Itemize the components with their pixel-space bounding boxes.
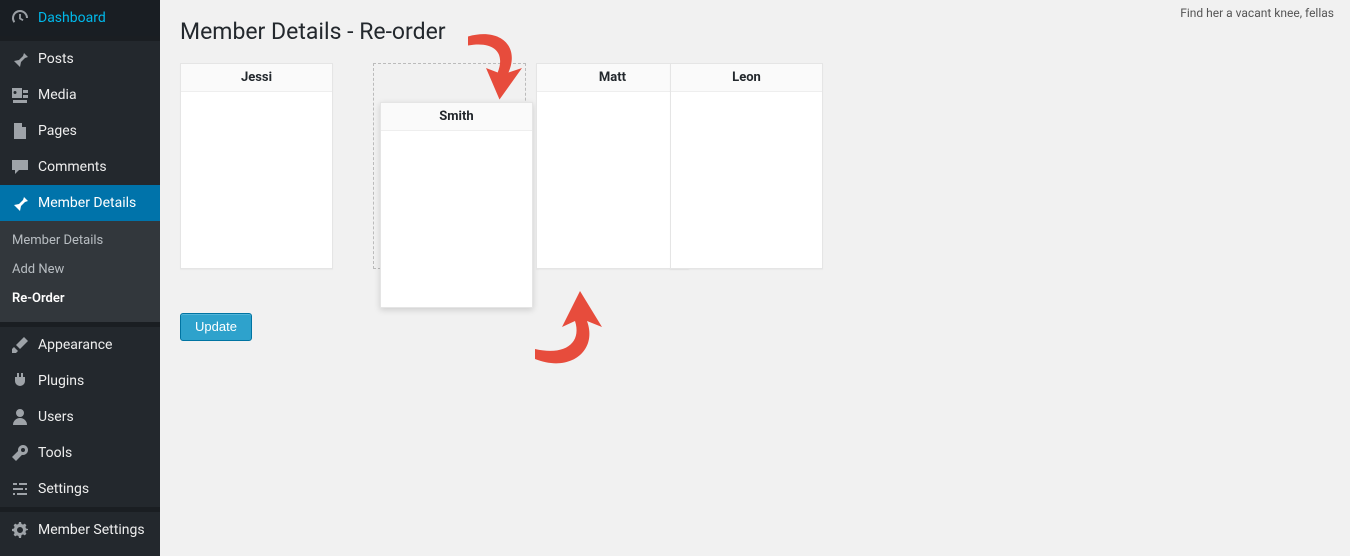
member-card[interactable]: Matt [536,63,689,269]
screen-help-text: Find her a vacant knee, fellas [1180,6,1334,20]
sidebar-item-label: Dashboard [38,9,106,27]
submenu-item-member-details[interactable]: Member Details [0,227,160,256]
gear-icon [10,520,30,540]
sidebar-item-settings[interactable]: Settings [0,471,160,507]
dashboard-icon [10,8,30,28]
sidebar-item-label: Settings [38,480,89,498]
pin-icon [10,193,30,213]
sidebar-item-users[interactable]: Users [0,399,160,435]
user-icon [10,407,30,427]
sidebar-item-plugins[interactable]: Plugins [0,363,160,399]
update-button[interactable]: Update [180,313,252,341]
sidebar-item-label: Member Details [38,194,136,212]
sidebar-item-label: Users [38,408,74,426]
sidebar-item-media[interactable]: Media [0,77,160,113]
submenu-item-add-new[interactable]: Add New [0,256,160,285]
sidebar-item-pages[interactable]: Pages [0,113,160,149]
comment-icon [10,157,30,177]
sidebar-item-comments[interactable]: Comments [0,149,160,185]
reorder-area[interactable]: Jessi Smith Matt Leon [180,63,1330,313]
plug-icon [10,371,30,391]
submenu-item-reorder[interactable]: Re-Order [0,285,160,314]
sidebar-item-label: Posts [38,50,74,68]
sidebar-item-label: Media [38,86,77,104]
sidebar-item-posts[interactable]: Posts [0,41,160,77]
member-card-name: Matt [537,64,688,92]
sidebar-item-appearance[interactable]: Appearance [0,327,160,363]
page-title: Member Details - Re-order [180,18,1330,45]
wrench-icon [10,443,30,463]
sidebar-item-dashboard[interactable]: Dashboard [0,0,160,36]
member-card[interactable]: Leon [670,63,823,269]
member-card[interactable]: Jessi [180,63,333,269]
media-icon [10,85,30,105]
sidebar-submenu: Member Details Add New Re-Order [0,221,160,322]
sidebar-item-label: Comments [38,158,107,176]
pin-icon [10,49,30,69]
member-card-name: Leon [671,64,822,92]
member-card-name: Smith [381,103,532,131]
sidebar-item-member-settings[interactable]: Member Settings [0,512,160,548]
main-content: Find her a vacant knee, fellas Member De… [160,0,1350,556]
sidebar-item-label: Pages [38,122,77,140]
sidebar-item-label: Member Settings [38,521,145,539]
sidebar-item-member-details[interactable]: Member Details [0,185,160,221]
sidebar-item-label: Tools [38,444,72,462]
admin-sidebar: Dashboard Posts Media Pages Comments Mem… [0,0,160,556]
sidebar-item-label: Plugins [38,372,84,390]
sidebar-item-label: Appearance [38,336,112,354]
page-icon [10,121,30,141]
member-card-name: Jessi [181,64,332,92]
app-root: Dashboard Posts Media Pages Comments Mem… [0,0,1350,556]
sliders-icon [10,479,30,499]
annotation-arrow-up-icon [520,281,620,371]
sidebar-item-tools[interactable]: Tools [0,435,160,471]
member-card-dragging[interactable]: Smith [380,102,533,308]
brush-icon [10,335,30,355]
